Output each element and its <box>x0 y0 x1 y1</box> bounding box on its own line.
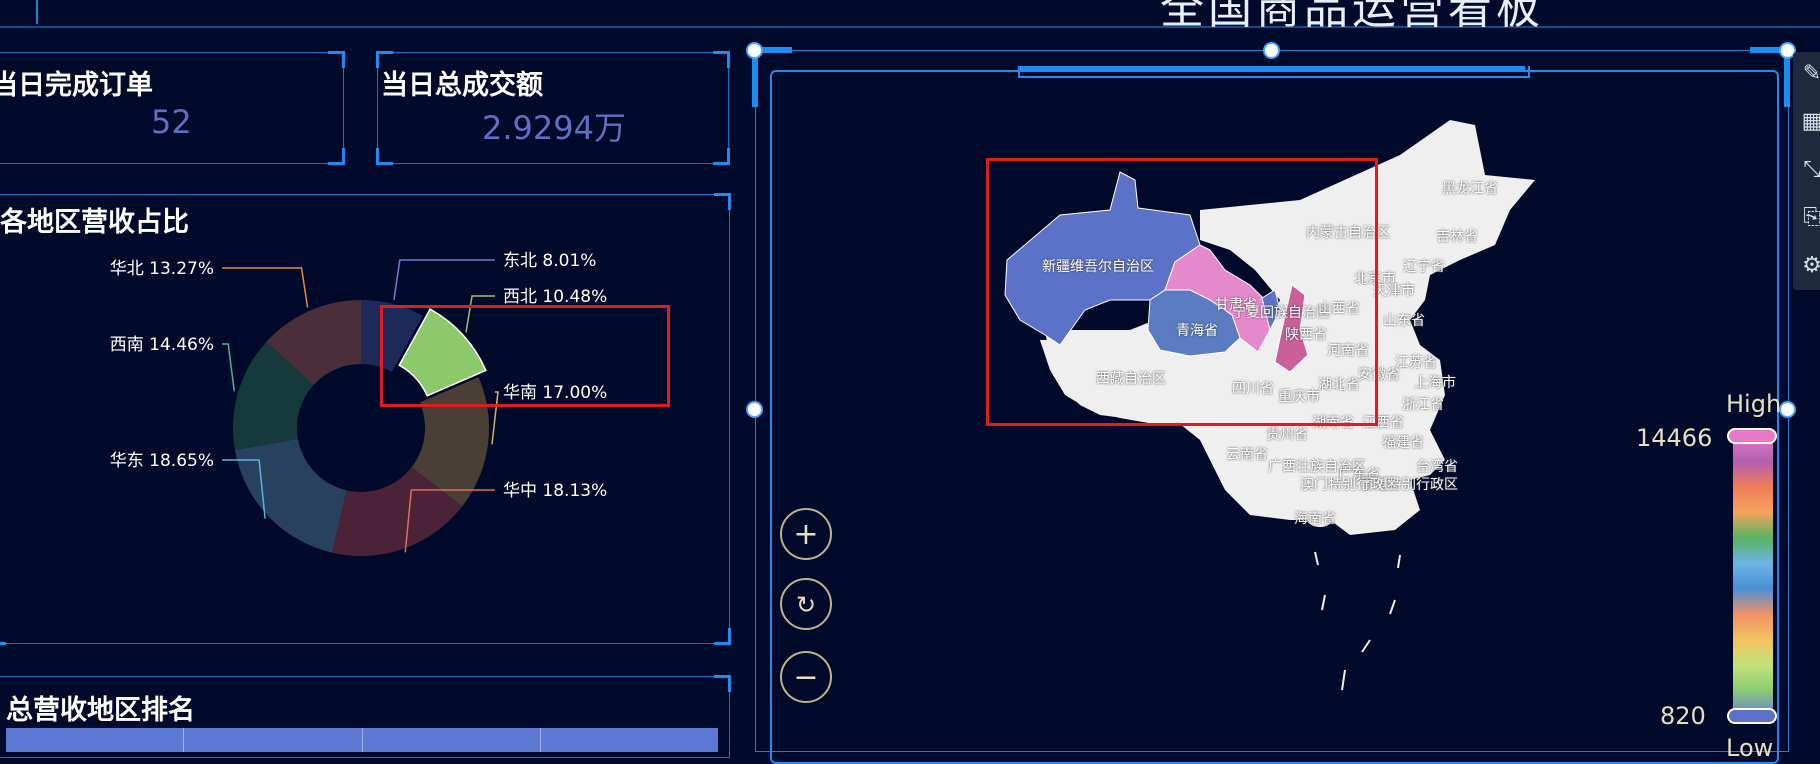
chart-toolbox: ✎ ▦ ⤡ ⎘ ⚙ <box>1793 52 1820 290</box>
province-label: 贵州省 <box>1266 427 1308 443</box>
province-label: 吉林省 <box>1436 229 1478 245</box>
province-label: 辽宁省 <box>1403 259 1445 275</box>
data-view-icon[interactable]: ▦ <box>1800 110 1820 134</box>
province-label: 山东省 <box>1383 313 1425 329</box>
visualmap-low-label: Low <box>1726 734 1774 762</box>
province-label: 天津市 <box>1373 283 1415 299</box>
china-map[interactable] <box>0 0 1820 746</box>
province-label: 台湾省 <box>1416 459 1458 475</box>
visualmap-top-handle[interactable] <box>1727 428 1777 444</box>
reset-view-button[interactable]: ↻ <box>780 578 832 630</box>
map-south-sea-islands <box>1314 551 1401 691</box>
province-label: 上海市 <box>1414 375 1456 391</box>
province-label: 江苏省 <box>1395 355 1437 371</box>
visualmap-bottom-handle[interactable] <box>1727 708 1777 724</box>
province-label: 福建省 <box>1382 435 1424 451</box>
province-label: 海南省 <box>1294 511 1336 527</box>
restore-icon[interactable]: ⤡ <box>1800 158 1820 182</box>
province-label: 澳门特别行政区 <box>1300 477 1398 493</box>
province-label: 浙江省 <box>1402 397 1444 413</box>
province-label: 黑龙江省 <box>1442 181 1498 197</box>
zoom-out-button[interactable]: − <box>780 651 832 703</box>
save-icon[interactable]: ⎘ <box>1800 206 1820 230</box>
edit-icon[interactable]: ✎ <box>1800 62 1820 86</box>
visualmap-high-label: High <box>1726 390 1782 418</box>
province-label: 云南省 <box>1226 447 1268 463</box>
visualmap-gradient-bar[interactable] <box>1733 436 1773 716</box>
visualmap-max-value: 14466 <box>1636 424 1713 452</box>
settings-icon[interactable]: ⚙ <box>1800 254 1820 278</box>
annotation-box <box>986 158 1378 426</box>
visualmap-min-value: 820 <box>1660 702 1706 730</box>
zoom-in-button[interactable]: + <box>780 508 832 560</box>
